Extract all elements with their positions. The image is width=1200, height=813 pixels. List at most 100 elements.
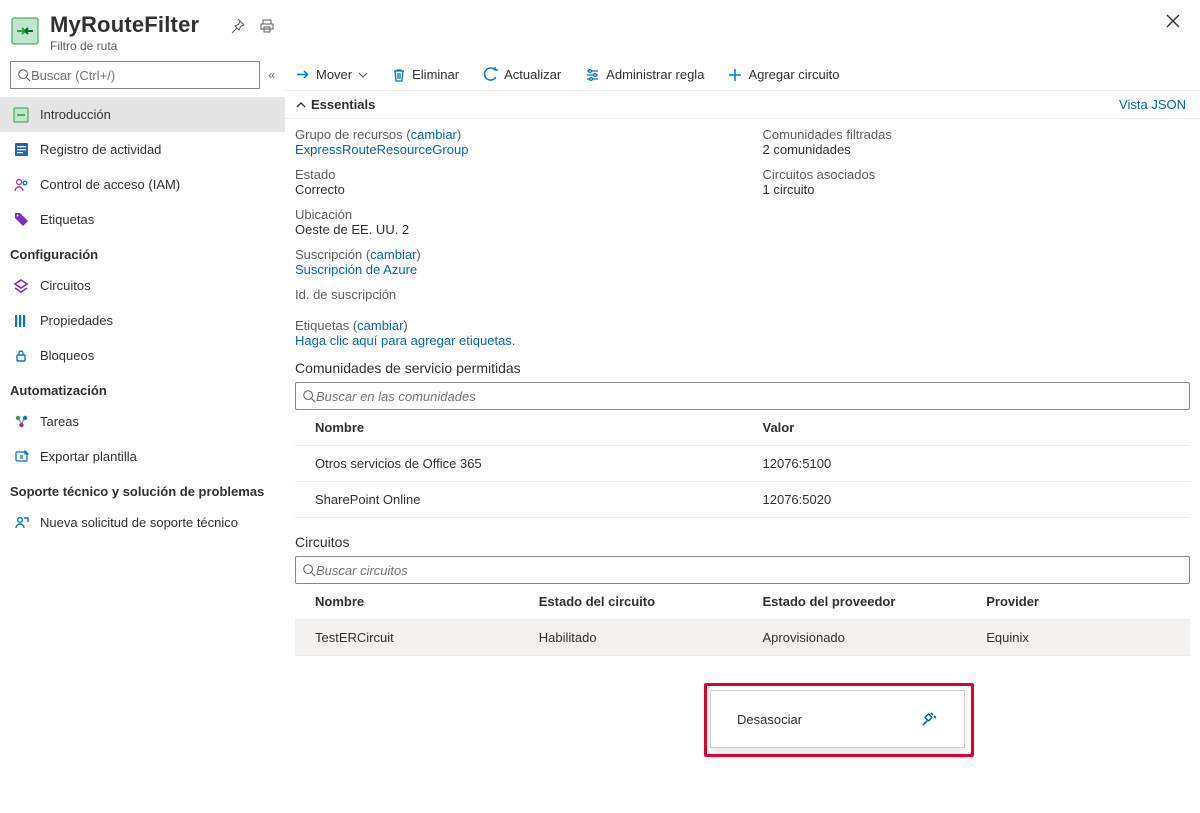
resource-icon — [10, 16, 40, 46]
ess-label-rg: Grupo de recursos — [295, 127, 403, 142]
ess-label-sub: Suscripción — [295, 247, 362, 262]
sidebar-item-exportar[interactable]: Exportar plantilla — [0, 439, 285, 474]
circuits-icon — [12, 278, 30, 294]
communities-table: Nombre Valor Otros servicios de Office 3… — [295, 410, 1190, 518]
delete-button[interactable]: Eliminar — [392, 67, 459, 82]
table-row[interactable]: Otros servicios de Office 365 12076:5100 — [295, 446, 1190, 482]
ess-value-sub[interactable]: Suscripción de Azure — [295, 262, 417, 277]
sidebar-item-soporte[interactable]: Nueva solicitud de soporte técnico — [0, 505, 285, 540]
print-icon[interactable] — [259, 18, 275, 34]
command-bar: Mover Eliminar Actualizar — [285, 61, 1200, 91]
sidebar-item-label: Tareas — [40, 414, 79, 429]
ess-label-state: Estado — [295, 167, 335, 182]
ess-label-communities: Comunidades filtradas — [763, 127, 892, 142]
cell-name: SharePoint Online — [295, 482, 743, 518]
sidebar-item-label: Circuitos — [40, 278, 91, 293]
sidebar-item-label: Nueva solicitud de soporte técnico — [40, 515, 238, 530]
context-menu-label: Desasociar — [737, 712, 802, 727]
communities-search-input[interactable] — [316, 389, 1183, 404]
manage-rule-button[interactable]: Administrar regla — [585, 67, 704, 82]
sidebar-item-iam[interactable]: Control de acceso (IAM) — [0, 167, 285, 202]
sidebar-item-label: Propiedades — [40, 313, 113, 328]
close-icon[interactable] — [1166, 14, 1180, 28]
pin-icon[interactable] — [229, 18, 245, 34]
communities-title: Comunidades de servicio permitidas — [295, 360, 1190, 376]
ess-change-sub[interactable]: cambiar — [370, 247, 416, 262]
ess-value-state: Correcto — [295, 182, 345, 197]
collapse-sidebar-icon[interactable]: « — [268, 68, 275, 82]
col-name: Nombre — [295, 584, 519, 620]
context-menu-dissociate[interactable]: Desasociar — [710, 690, 965, 748]
ess-value-rg[interactable]: ExpressRouteResourceGroup — [295, 142, 468, 157]
blade-header: MyRouteFilter Filtro de ruta — [0, 0, 1200, 61]
sidebar-item-label: Bloqueos — [40, 348, 94, 363]
ess-change-tags[interactable]: cambiar — [357, 318, 403, 333]
circuits-section: Circuitos Nombre Estado del circuito Est… — [285, 522, 1200, 660]
arrow-right-icon — [295, 67, 310, 82]
sidebar-search-input[interactable] — [31, 68, 253, 83]
toolbar-label: Eliminar — [412, 67, 459, 82]
col-provider: Provider — [966, 584, 1190, 620]
ess-label-location: Ubicación — [295, 207, 352, 222]
ess-value-circuits: 1 circuito — [763, 182, 815, 197]
communities-section: Comunidades de servicio permitidas Nombr… — [285, 348, 1200, 522]
cell-value: 12076:5100 — [743, 446, 1191, 482]
settings-icon — [585, 67, 600, 82]
col-circuit-state: Estado del circuito — [519, 584, 743, 620]
ess-label-tags: Etiquetas — [295, 318, 349, 333]
circuits-search-input[interactable] — [316, 563, 1183, 578]
export-icon — [12, 449, 30, 464]
page-subtitle: Filtro de ruta — [50, 39, 199, 53]
sidebar-item-propiedades[interactable]: Propiedades — [0, 303, 285, 338]
page-title: MyRouteFilter — [50, 12, 199, 38]
activity-icon — [12, 142, 30, 157]
unplug-icon — [920, 710, 938, 728]
toolbar-label: Actualizar — [504, 67, 561, 82]
sidebar-item-tareas[interactable]: Tareas — [0, 404, 285, 439]
json-view-link[interactable]: Vista JSON — [1119, 97, 1186, 112]
table-row[interactable]: SharePoint Online 12076:5020 — [295, 482, 1190, 518]
sidebar-search[interactable] — [10, 61, 260, 89]
sidebar-item-introduccion[interactable]: Introducción — [0, 97, 285, 132]
move-button[interactable]: Mover — [295, 67, 368, 82]
tasks-icon — [12, 414, 30, 429]
cell-name: Otros servicios de Office 365 — [295, 446, 743, 482]
ess-value-communities: 2 comunidades — [763, 142, 851, 157]
communities-search[interactable] — [295, 382, 1190, 410]
sidebar: « Introducción Registro de actividad Con… — [0, 61, 285, 660]
essentials-toggle[interactable]: Essentials — [295, 97, 375, 112]
chevron-down-icon — [358, 70, 368, 80]
sidebar-item-label: Introducción — [40, 107, 111, 122]
refresh-icon — [483, 67, 498, 82]
table-row[interactable]: TestERCircuit Habilitado Aprovisionado E… — [295, 620, 1190, 656]
ess-label-circuits: Circuitos asociados — [763, 167, 876, 182]
circuits-title: Circuitos — [295, 534, 1190, 550]
essentials-panel: Grupo de recursos (cambiar) ExpressRoute… — [285, 119, 1200, 316]
col-value: Valor — [743, 410, 1191, 446]
sidebar-item-bloqueos[interactable]: Bloqueos — [0, 338, 285, 373]
cell-name: TestERCircuit — [295, 620, 519, 656]
circuits-table: Nombre Estado del circuito Estado del pr… — [295, 584, 1190, 656]
chevron-up-icon — [295, 99, 307, 111]
cell-circuit-state: Habilitado — [519, 620, 743, 656]
circuits-search[interactable] — [295, 556, 1190, 584]
toolbar-label: Administrar regla — [606, 67, 704, 82]
add-circuit-button[interactable]: Agregar circuito — [728, 67, 839, 82]
sidebar-item-label: Control de acceso (IAM) — [40, 177, 180, 192]
ess-tags-add-link[interactable]: Haga clic aquí para agregar etiquetas. — [295, 333, 515, 348]
sidebar-item-circuitos[interactable]: Circuitos — [0, 268, 285, 303]
sidebar-section-automatizacion: Automatización — [0, 373, 285, 404]
main-content: Mover Eliminar Actualizar — [285, 61, 1200, 660]
properties-icon — [12, 314, 30, 328]
cell-provider-state: Aprovisionado — [743, 620, 967, 656]
tag-icon — [12, 212, 30, 227]
toolbar-label: Mover — [316, 67, 352, 82]
sidebar-item-label: Registro de actividad — [40, 142, 161, 157]
refresh-button[interactable]: Actualizar — [483, 67, 561, 82]
ess-change-rg[interactable]: cambiar — [411, 127, 457, 142]
sidebar-item-etiquetas[interactable]: Etiquetas — [0, 202, 285, 237]
sidebar-item-label: Etiquetas — [40, 212, 94, 227]
trash-icon — [392, 68, 406, 82]
essentials-label: Essentials — [311, 97, 375, 112]
sidebar-item-actividad[interactable]: Registro de actividad — [0, 132, 285, 167]
